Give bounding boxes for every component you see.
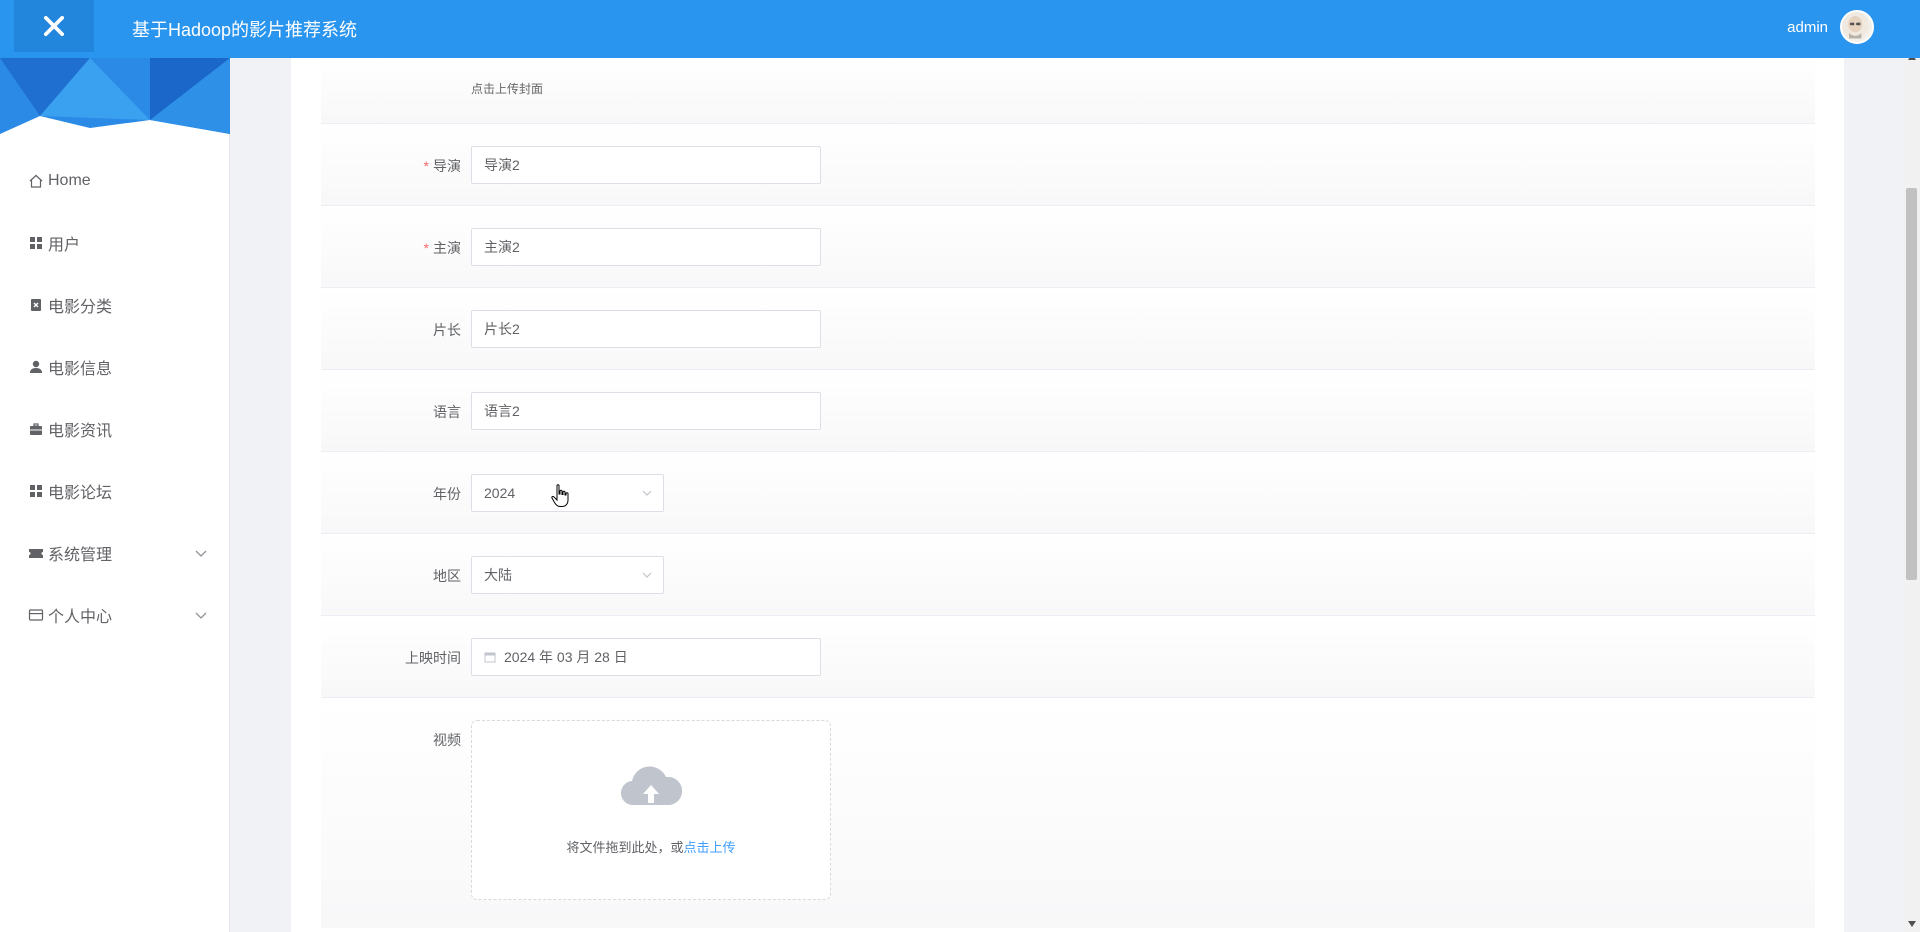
sidebar-item-movie-forum[interactable]: 电影论坛 [0, 460, 230, 522]
chevron-down-icon [642, 490, 652, 496]
sidebar-menu: Home 用户 电影分类 电影信息 电影资讯 电影论坛 系统管理 个人中心 [0, 150, 230, 646]
grid-icon [30, 237, 42, 249]
close-icon [43, 15, 65, 37]
language-input[interactable]: 语言2 [471, 392, 821, 430]
main-content: 点击上传封面 * 导演 导演2 * 主演 主演2 片长 片长2 语言 语言2 年… [230, 58, 1902, 932]
duration-label: 片长 [433, 322, 461, 338]
year-label: 年份 [433, 486, 461, 502]
region-label: 地区 [433, 568, 461, 584]
sidebar-item-label: 电影信息 [48, 361, 113, 378]
actors-label-text: 主演 [433, 240, 461, 256]
sidebar-item-personal-center[interactable]: 个人中心 [0, 584, 230, 646]
sidebar-banner [0, 58, 230, 134]
ticket-icon [29, 549, 43, 558]
year-value: 2024 [484, 485, 516, 501]
card-icon [28, 609, 44, 621]
click-upload-link[interactable]: 点击上传 [684, 840, 736, 855]
video-label: 视频 [433, 732, 461, 748]
top-bar: 基于Hadoop的影片推荐系统 admin [0, 0, 1920, 58]
calendar-icon [484, 652, 496, 663]
avatar[interactable] [1840, 10, 1874, 44]
scrollbar-thumb[interactable] [1906, 188, 1917, 580]
grid-icon [30, 485, 42, 497]
clipboard-icon [31, 299, 41, 311]
chevron-down-icon [642, 572, 652, 578]
actors-value: 主演2 [484, 239, 520, 255]
user-name: admin [1787, 18, 1828, 36]
release-date-label: 上映时间 [405, 650, 461, 666]
user-icon [30, 360, 42, 373]
home-icon [29, 174, 43, 188]
arrow-down-icon [1907, 920, 1916, 927]
language-label: 语言 [433, 404, 461, 420]
dropzone-text: 将文件拖到此处，或点击上传 [472, 837, 830, 856]
duration-input[interactable]: 片长2 [471, 310, 821, 348]
avatar-image [1842, 12, 1869, 39]
dropzone-hint: 将文件拖到此处，或 [566, 840, 684, 855]
sidebar-item-label: 电影资讯 [48, 423, 113, 440]
region-select[interactable]: 大陆 [471, 556, 664, 594]
sidebar-item-movie-news[interactable]: 电影资讯 [0, 398, 230, 460]
sidebar-item-label: 个人中心 [48, 609, 113, 626]
form-row-region: 地区 大陆 [321, 534, 1815, 616]
form-row-duration: 片长 片长2 [321, 288, 1815, 370]
form-row-cover: 点击上传封面 [321, 58, 1815, 124]
form-row-video: 视频 将文件拖到此处，或点击上传 [321, 698, 1815, 928]
sidebar-item-label: 电影论坛 [48, 485, 113, 502]
briefcase-icon [30, 423, 42, 435]
duration-value: 片长2 [484, 321, 520, 337]
actors-input[interactable]: 主演2 [471, 228, 821, 266]
chevron-down-icon [195, 612, 207, 619]
chevron-down-icon [195, 550, 207, 557]
hand-cursor-icon [551, 484, 569, 507]
sidebar-item-home[interactable]: Home [0, 150, 230, 212]
director-label-text: 导演 [433, 158, 461, 174]
sidebar-item-movie-info[interactable]: 电影信息 [0, 336, 230, 398]
sidebar-item-label: 电影分类 [48, 299, 113, 316]
form-row-director: * 导演 导演2 [321, 124, 1815, 206]
form-row-year: 年份 2024 [321, 452, 1815, 534]
sidebar-item-label: Home [48, 172, 91, 189]
actors-label: * 主演 [424, 238, 461, 258]
movie-form: 点击上传封面 * 导演 导演2 * 主演 主演2 片长 片长2 语言 语言2 年… [321, 58, 1815, 928]
form-row-actors: * 主演 主演2 [321, 206, 1815, 288]
release-date-picker[interactable]: 2024 年 03 月 28 日 [471, 638, 821, 676]
director-value: 导演2 [484, 157, 520, 173]
close-sidebar-button[interactable] [14, 0, 94, 52]
form-panel: 点击上传封面 * 导演 导演2 * 主演 主演2 片长 片长2 语言 语言2 年… [291, 58, 1844, 932]
director-label: * 导演 [424, 156, 461, 176]
region-value: 大陆 [484, 567, 512, 583]
required-mark: * [423, 240, 429, 256]
sidebar-item-label: 系统管理 [48, 547, 113, 564]
form-row-release-date: 上映时间 2024 年 03 月 28 日 [321, 616, 1815, 698]
app-title: 基于Hadoop的影片推荐系统 [132, 20, 358, 40]
form-row-language: 语言 语言2 [321, 370, 1815, 452]
sidebar-item-movie-category[interactable]: 电影分类 [0, 274, 230, 336]
sidebar-item-label: 用户 [48, 237, 81, 254]
director-input[interactable]: 导演2 [471, 146, 821, 184]
page-scrollbar[interactable] [1903, 48, 1920, 932]
sidebar-item-system-management[interactable]: 系统管理 [0, 522, 230, 584]
user-menu[interactable]: admin [1787, 10, 1874, 44]
scroll-down-arrow[interactable] [1903, 915, 1920, 932]
sidebar: Home 用户 电影分类 电影信息 电影资讯 电影论坛 系统管理 个人中心 [0, 58, 230, 932]
sidebar-item-users[interactable]: 用户 [0, 212, 230, 274]
video-upload-dropzone[interactable]: 将文件拖到此处，或点击上传 [471, 720, 831, 900]
upload-cover-link[interactable]: 点击上传封面 [471, 80, 543, 97]
language-value: 语言2 [484, 403, 520, 419]
upload-cloud-icon [621, 766, 682, 806]
release-date-value: 2024 年 03 月 28 日 [504, 649, 628, 665]
required-mark: * [423, 158, 429, 174]
